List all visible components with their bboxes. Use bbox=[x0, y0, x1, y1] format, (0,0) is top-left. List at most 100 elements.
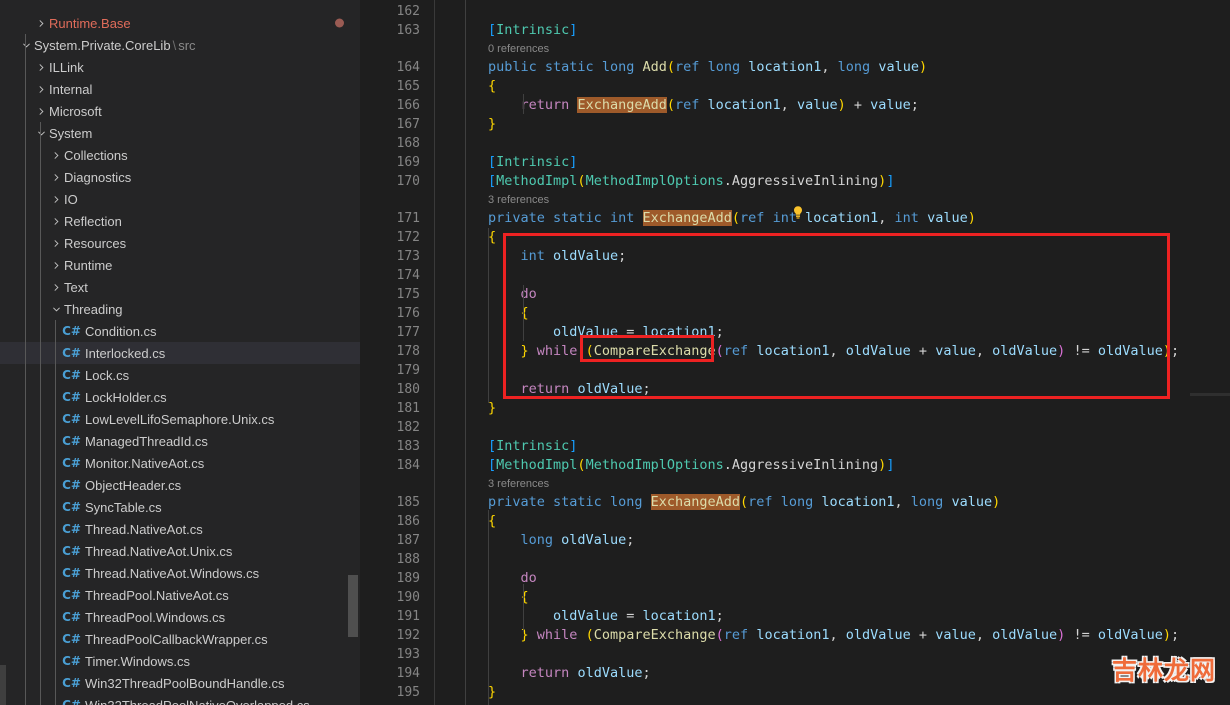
file-tree-item-lockholder-cs[interactable]: C#LockHolder.cs bbox=[0, 386, 360, 408]
tree-item-label: Diagnostics bbox=[64, 170, 131, 185]
explorer-sidebar[interactable]: Runtime.BaseSystem.Private.CoreLib\srcIL… bbox=[0, 0, 360, 705]
code-line[interactable]: return oldValue; bbox=[488, 664, 651, 683]
code-line[interactable]: [Intrinsic] bbox=[488, 21, 577, 40]
code-line[interactable]: int oldValue; bbox=[488, 247, 626, 266]
tree-item-label: SyncTable.cs bbox=[85, 500, 162, 515]
file-tree-item-thread-nativeaot-cs[interactable]: C#Thread.NativeAot.cs bbox=[0, 518, 360, 540]
chevron-right-icon[interactable] bbox=[48, 150, 64, 161]
code-line[interactable]: [MethodImpl(MethodImplOptions.Aggressive… bbox=[488, 172, 894, 191]
line-number: 167 bbox=[360, 117, 420, 132]
chevron-right-icon[interactable] bbox=[33, 18, 49, 29]
code-line[interactable]: } while (CompareExchange(ref location1, … bbox=[488, 626, 1179, 645]
file-tree-item-objectheader-cs[interactable]: C#ObjectHeader.cs bbox=[0, 474, 360, 496]
code-line[interactable]: } bbox=[488, 399, 496, 418]
line-number: 185 bbox=[360, 495, 420, 510]
tree-item-label: Text bbox=[64, 280, 88, 295]
folder-tree-item-io[interactable]: IO bbox=[0, 188, 360, 210]
chevron-down-icon[interactable] bbox=[33, 128, 49, 139]
sidebar-scrollbar-thumb[interactable] bbox=[348, 575, 358, 637]
folder-tree-item-system[interactable]: System bbox=[0, 122, 360, 144]
file-tree-item-threadpool-nativeaot-cs[interactable]: C#ThreadPool.NativeAot.cs bbox=[0, 584, 360, 606]
code-line[interactable]: do bbox=[488, 569, 537, 588]
folder-tree-item-illink[interactable]: ILLink bbox=[0, 56, 360, 78]
csharp-file-icon: C# bbox=[63, 433, 80, 449]
folder-tree-item-system-private-corelib[interactable]: System.Private.CoreLib\src bbox=[0, 34, 360, 56]
file-tree-item-lock-cs[interactable]: C#Lock.cs bbox=[0, 364, 360, 386]
chevron-right-icon[interactable] bbox=[48, 238, 64, 249]
file-tree-item-win32threadpoolnativeoverlapped-cs[interactable]: C#Win32ThreadPoolNativeOverlapped.cs bbox=[0, 694, 360, 705]
code-line[interactable]: } bbox=[488, 115, 496, 134]
line-number: 162 bbox=[360, 4, 420, 19]
code-line[interactable]: } bbox=[488, 683, 496, 702]
folder-tree-item-threading[interactable]: Threading bbox=[0, 298, 360, 320]
file-tree-item-monitor-nativeaot-cs[interactable]: C#Monitor.NativeAot.cs bbox=[0, 452, 360, 474]
file-tree-item-interlocked-cs[interactable]: C#Interlocked.cs bbox=[0, 342, 360, 364]
file-tree-item-lowlevellifosemaphore-unix-cs[interactable]: C#LowLevelLifoSemaphore.Unix.cs bbox=[0, 408, 360, 430]
code-line[interactable]: private static int ExchangeAdd(ref int l… bbox=[488, 209, 976, 228]
line-number: 186 bbox=[360, 514, 420, 529]
file-tree-item-timer-windows-cs[interactable]: C#Timer.Windows.cs bbox=[0, 650, 360, 672]
line-number: 187 bbox=[360, 533, 420, 548]
line-number: 173 bbox=[360, 249, 420, 264]
folder-tree-item-internal[interactable]: Internal bbox=[0, 78, 360, 100]
chevron-right-icon[interactable] bbox=[33, 106, 49, 117]
chevron-right-icon[interactable] bbox=[33, 84, 49, 95]
line-number: 164 bbox=[360, 60, 420, 75]
line-number: 188 bbox=[360, 552, 420, 567]
file-tree-item-condition-cs[interactable]: C# Condition.cs bbox=[0, 320, 360, 342]
tree-item-label: Win32ThreadPoolBoundHandle.cs bbox=[85, 676, 284, 691]
code-line[interactable]: [Intrinsic] bbox=[488, 153, 577, 172]
folder-tree-item-runtime-base[interactable]: Runtime.Base bbox=[0, 12, 360, 34]
code-line[interactable]: long oldValue; bbox=[488, 531, 634, 550]
codelens-references[interactable]: 3 references bbox=[488, 194, 549, 206]
folder-tree-item-collections[interactable]: Collections bbox=[0, 144, 360, 166]
code-line[interactable]: private static long ExchangeAdd(ref long… bbox=[488, 493, 1000, 512]
folder-tree-item-reflection[interactable]: Reflection bbox=[0, 210, 360, 232]
folder-tree-item-resources[interactable]: Resources bbox=[0, 232, 360, 254]
unsaved-changes-dot bbox=[335, 19, 344, 28]
file-tree-item-thread-nativeaot-unix-cs[interactable]: C#Thread.NativeAot.Unix.cs bbox=[0, 540, 360, 562]
file-tree-item-threadpool-windows-cs[interactable]: C#ThreadPool.Windows.cs bbox=[0, 606, 360, 628]
folder-tree-item-microsoft[interactable]: Microsoft bbox=[0, 100, 360, 122]
code-line[interactable]: { bbox=[488, 228, 496, 247]
csharp-file-icon: C# bbox=[63, 499, 80, 515]
chevron-right-icon[interactable] bbox=[33, 62, 49, 73]
tree-item-label: LowLevelLifoSemaphore.Unix.cs bbox=[85, 412, 274, 427]
folder-tree-item-text[interactable]: Text bbox=[0, 276, 360, 298]
file-tree-item-threadpoolcallbackwrapper-cs[interactable]: C#ThreadPoolCallbackWrapper.cs bbox=[0, 628, 360, 650]
code-line[interactable]: } while (CompareExchange(ref location1, … bbox=[488, 342, 1179, 361]
tree-item-label: Runtime bbox=[64, 258, 112, 273]
chevron-right-icon[interactable] bbox=[48, 260, 64, 271]
file-tree-item-win32threadpoolboundhandle-cs[interactable]: C#Win32ThreadPoolBoundHandle.cs bbox=[0, 672, 360, 694]
file-tree-item-synctable-cs[interactable]: C# SyncTable.cs bbox=[0, 496, 360, 518]
code-line[interactable]: [MethodImpl(MethodImplOptions.Aggressive… bbox=[488, 456, 894, 475]
code-line[interactable]: public static long Add(ref long location… bbox=[488, 58, 927, 77]
code-line[interactable]: do bbox=[488, 285, 537, 304]
chevron-down-icon[interactable] bbox=[18, 40, 34, 51]
code-line[interactable]: { bbox=[488, 77, 496, 96]
chevron-right-icon[interactable] bbox=[48, 194, 64, 205]
line-number: 168 bbox=[360, 136, 420, 151]
tree-item-label: System bbox=[49, 126, 92, 141]
chevron-right-icon[interactable] bbox=[48, 172, 64, 183]
line-number: 176 bbox=[360, 306, 420, 321]
csharp-file-icon: C# bbox=[63, 323, 80, 339]
folder-tree-item-diagnostics[interactable]: Diagnostics bbox=[0, 166, 360, 188]
codelens-references[interactable]: 3 references bbox=[488, 478, 549, 490]
folder-tree-item-runtime[interactable]: Runtime bbox=[0, 254, 360, 276]
chevron-down-icon[interactable] bbox=[48, 304, 64, 315]
code-line[interactable]: [Intrinsic] bbox=[488, 437, 577, 456]
tree-item-label: Condition.cs bbox=[85, 324, 157, 339]
codelens-references[interactable]: 0 references bbox=[488, 43, 549, 55]
code-line[interactable]: return ExchangeAdd(ref location1, value)… bbox=[488, 96, 919, 115]
code-line[interactable]: return oldValue; bbox=[488, 380, 651, 399]
chevron-right-icon[interactable] bbox=[48, 282, 64, 293]
line-number: 170 bbox=[360, 174, 420, 189]
code-editor[interactable]: 1621631641651661671681691701711721731741… bbox=[360, 0, 1230, 705]
quick-fix-lightbulb-icon[interactable] bbox=[790, 205, 806, 221]
code-line[interactable]: { bbox=[488, 512, 496, 531]
vscode-window: Runtime.BaseSystem.Private.CoreLib\srcIL… bbox=[0, 0, 1230, 705]
chevron-right-icon[interactable] bbox=[48, 216, 64, 227]
file-tree-item-thread-nativeaot-windows-cs[interactable]: C#Thread.NativeAot.Windows.cs bbox=[0, 562, 360, 584]
file-tree-item-managedthreadid-cs[interactable]: C#ManagedThreadId.cs bbox=[0, 430, 360, 452]
